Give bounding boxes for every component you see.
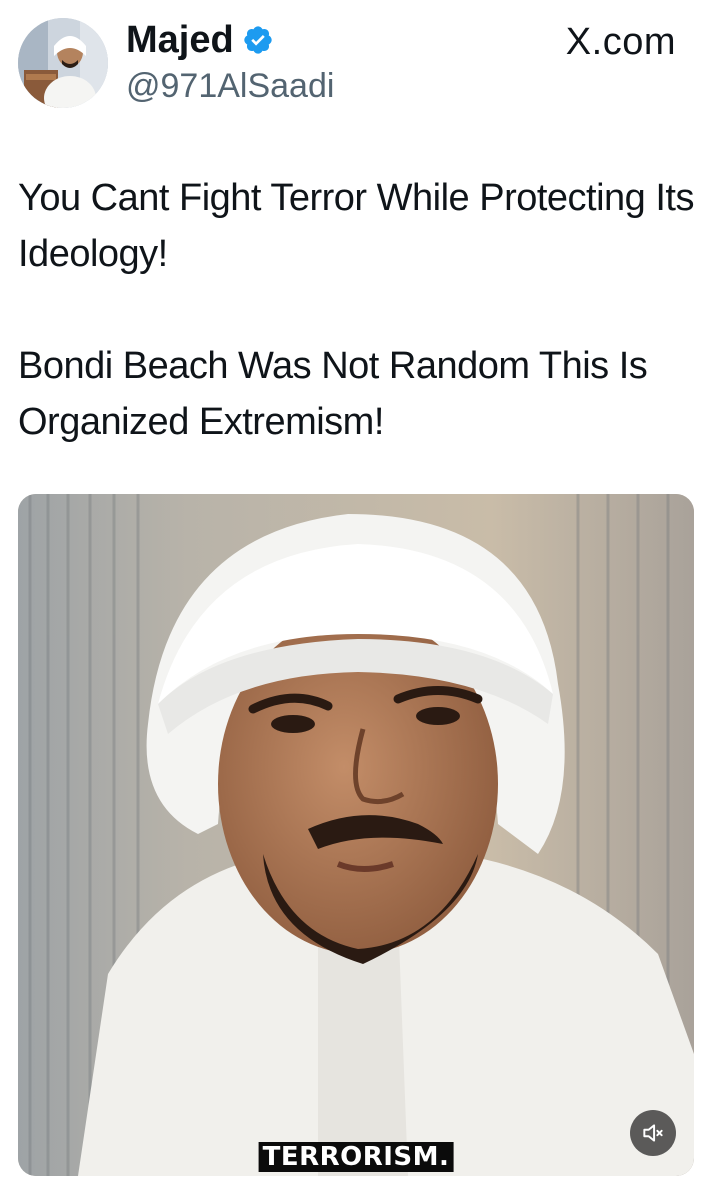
tweet-paragraph: Bondi Beach Was Not Random This Is Organ… [18,345,648,443]
mute-button[interactable] [630,1110,676,1156]
avatar[interactable] [18,18,108,108]
video-player[interactable]: TERRORISM. [18,494,694,1176]
verified-badge-icon [244,26,272,54]
name-row: Majed [126,18,274,62]
speaker-muted-icon [643,1124,663,1142]
tweet-screenshot: Majed @971AlSaadi X.com You Cant Fight T… [0,0,712,1200]
tweet-body: You Cant Fight Terror While Protecting I… [18,170,698,506]
author-handle[interactable]: @971AlSaadi [126,66,334,106]
avatar-image [18,18,108,108]
tweet-paragraph: You Cant Fight Terror While Protecting I… [18,177,695,275]
site-label: X.com [565,21,676,63]
tweet-header: Majed @971AlSaadi X.com [0,0,712,120]
video-caption: TERRORISM. [258,1142,454,1172]
author-display-name[interactable]: Majed [126,18,234,62]
video-frame [18,494,694,1176]
